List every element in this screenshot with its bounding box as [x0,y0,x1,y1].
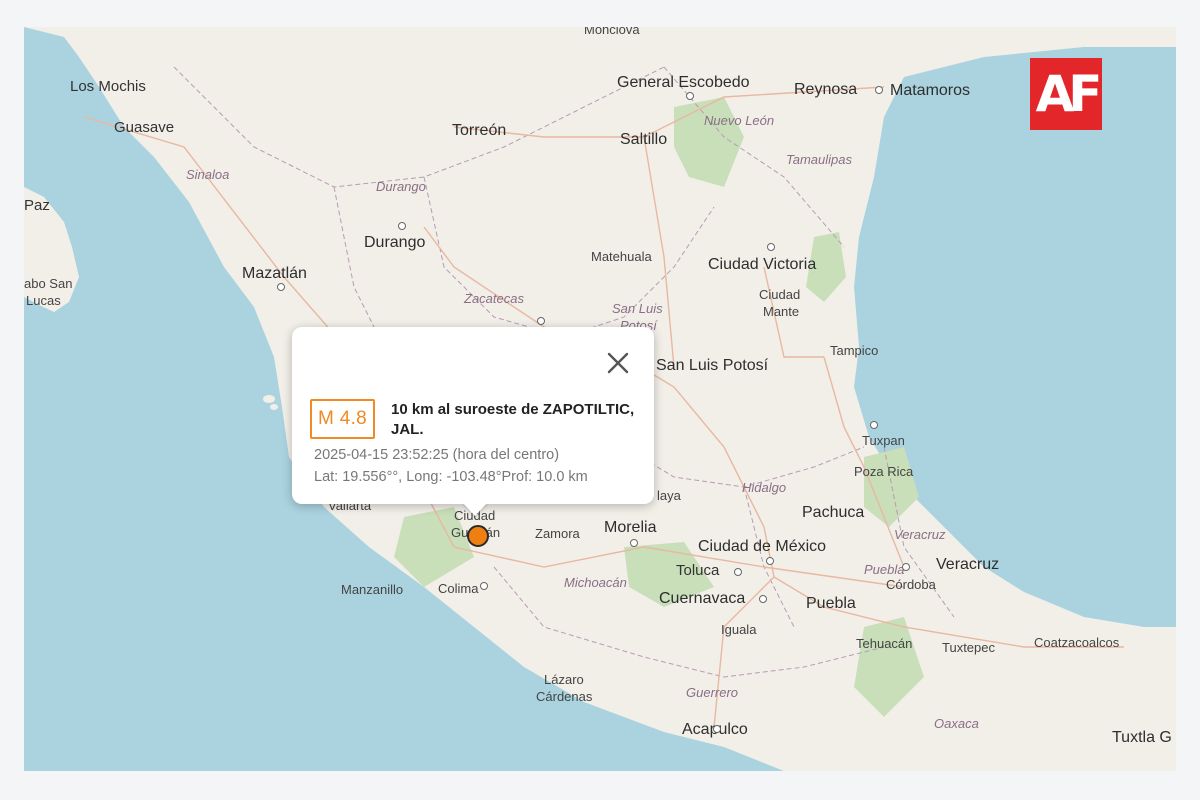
label-ciudad-victoria: Ciudad Victoria [708,256,817,273]
label-lazaro-2: Cárdenas [536,689,593,704]
earthquake-datetime: 2025-04-15 23:52:25 (hora del centro) [314,447,560,463]
label-puebla-city: Puebla [806,595,856,612]
earthquake-popup: M 4.8 10 km al suroeste de ZAPOTILTIC, J… [292,327,654,504]
city-dot [902,563,910,571]
label-zamora: Zamora [535,526,580,541]
label-torreon: Torreón [452,122,507,139]
label-veracruz-city: Veracruz [936,556,1000,573]
city-dot [870,421,878,429]
city-dot [766,557,774,565]
label-paz: Paz [24,197,50,214]
label-hidalgo: Hidalgo [742,480,787,495]
label-michoacan: Michoacán [564,575,627,590]
label-colima: Colima [438,581,479,596]
label-ciudad-mante-2: Mante [763,304,800,319]
label-general-escobedo: General Escobedo [617,74,750,91]
label-iguala: Iguala [721,622,757,637]
city-dot [398,222,406,230]
label-morelia: Morelia [604,519,657,536]
city-dot [630,539,638,547]
label-toluca: Toluca [676,562,720,579]
label-cabo-san-lucas-1: abo San [24,276,73,291]
label-los-mochis: Los Mochis [70,78,146,95]
label-tampico: Tampico [830,343,879,358]
label-durango-city: Durango [364,234,426,251]
city-dot [759,595,767,603]
label-tamaulipas: Tamaulipas [786,152,853,167]
label-oaxaca: Oaxaca [934,716,979,731]
label-nuevo-leon: Nuevo León [704,113,775,128]
label-saltillo: Saltillo [620,131,668,148]
label-lazaro-1: Lázaro [544,672,584,687]
label-guerrero: Guerrero [686,685,739,700]
label-celaya: laya [657,488,681,503]
label-san-luis-state-1: San Luis [612,301,663,316]
label-reynosa: Reynosa [794,81,858,98]
label-cabo-san-lucas-2: Lucas [26,293,61,308]
label-manzanillo: Manzanillo [341,582,404,597]
city-dot [537,317,545,325]
city-dot [480,582,488,590]
label-poza-rica: Poza Rica [854,464,914,479]
close-icon [607,352,629,374]
city-dot [734,568,742,576]
label-sinaloa: Sinaloa [186,167,230,182]
label-zacatecas: Zacatecas [464,291,524,306]
label-ciudad-mante-1: Ciudad [759,287,801,302]
city-dot [875,86,883,94]
label-mazatlan: Mazatlán [242,265,307,282]
logo-text: AF [1035,65,1103,123]
popup-pointer [462,502,488,516]
label-veracruz-state: Veracruz [894,527,946,542]
label-ciudad-de-mexico: Ciudad de México [698,538,827,555]
close-popup-button[interactable] [604,349,632,377]
earthquake-location: 10 km al suroeste de ZAPOTILTIC, JAL. [391,401,635,438]
label-cuernavaca: Cuernavaca [659,590,746,607]
label-durango-state: Durango [376,179,426,194]
label-tehuacan: Tehuacán [856,636,913,651]
af-logo: AF [1030,58,1102,130]
label-guasave: Guasave [114,119,175,136]
islas-marias [263,395,275,403]
earthquake-coordinates: Lat: 19.556°°, Long: -103.48°Prof: 10.0 … [314,469,588,485]
magnitude-badge: M 4.8 [310,399,376,439]
epicenter-marker[interactable] [467,525,489,547]
city-dot [277,283,285,291]
label-matamoros: Matamoros [890,82,971,99]
label-monclova: Monclova [584,27,640,37]
label-coatzacoalcos: Coatzacoalcos [1034,635,1120,650]
city-dot [713,725,721,733]
label-tuxpan: Tuxpan [862,433,905,448]
label-san-luis-potosi: San Luis Potosí [656,357,769,374]
label-tuxtla: Tuxtla G [1112,729,1172,746]
label-tuxtepec: Tuxtepec [942,640,995,655]
city-dot [686,92,694,100]
city-dot [767,243,775,251]
label-pachuca: Pachuca [802,504,865,521]
label-cordoba: Córdoba [886,577,936,592]
label-matehuala: Matehuala [591,249,652,264]
